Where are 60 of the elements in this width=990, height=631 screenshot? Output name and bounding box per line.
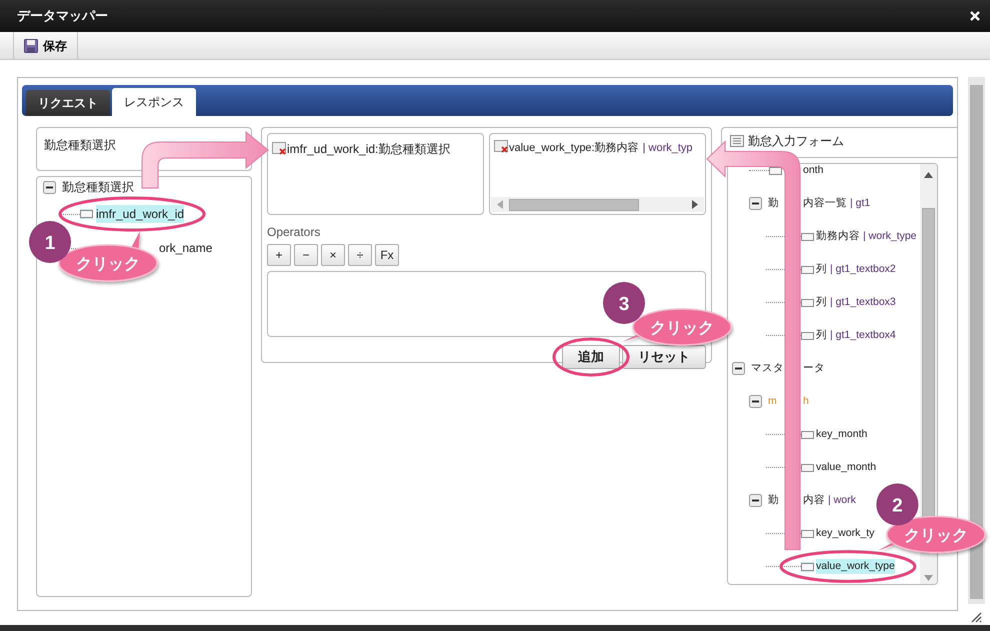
vertical-scrollbar[interactable] (920, 164, 937, 584)
expand-toggle[interactable] (749, 395, 762, 408)
operator-button[interactable]: + (267, 244, 291, 266)
tree-item-label[interactable]: マスタ (751, 360, 784, 376)
tab[interactable]: レスポンス (112, 88, 196, 116)
page-scrollbar[interactable] (968, 77, 985, 604)
tree-item-label[interactable]: value_work_type (816, 558, 895, 574)
field-code-text: | gt1_textbox2 (830, 262, 896, 277)
expand-toggle[interactable] (732, 362, 745, 375)
tree-item-label[interactable]: 内容一覧 (803, 196, 847, 212)
scroll-up-icon[interactable] (924, 172, 933, 178)
mapped-item-label: value_work_type:勤務内容 (509, 142, 639, 154)
expand-toggle[interactable] (43, 180, 56, 194)
horizontal-scrollbar[interactable] (491, 197, 704, 212)
mapped-item-label: imfr_ud_work_id:勤怠種類選択 (287, 142, 450, 156)
save-button[interactable]: 保存 (13, 32, 78, 59)
tree-item-label[interactable]: 勤 (768, 196, 779, 212)
step-number-badge: 1 (29, 221, 71, 263)
source-drop-box[interactable]: imfr_ud_work_id:勤怠種類選択 (267, 133, 484, 215)
tree-item-label[interactable]: 勤務内容 (816, 228, 860, 244)
operator-button[interactable]: × (321, 244, 345, 266)
operators-label: Operators (267, 224, 322, 241)
operator-button[interactable]: Fx (375, 244, 399, 266)
resize-grip-icon[interactable] (970, 611, 982, 623)
tree-item-label[interactable]: value_month (816, 460, 876, 476)
tree-item-label[interactable]: imfr_ud_work_id (96, 205, 184, 223)
expand-toggle[interactable] (749, 494, 762, 507)
field-code-text: | work_type (863, 228, 916, 244)
tree-item-label[interactable]: 列 (816, 294, 827, 310)
broken-image-icon (494, 140, 509, 153)
tab[interactable]: リクエスト (26, 90, 110, 116)
reset-button[interactable]: リセット (622, 345, 706, 369)
field-code-text: | work_typ (642, 142, 693, 154)
field-code-text: | gt1_textbox4 (830, 328, 896, 343)
target-drop-box[interactable]: value_work_type:勤務内容 | work_typ (489, 133, 706, 215)
step-number-badge: 3 (603, 282, 645, 324)
tree-item-label[interactable]: ork_name (159, 239, 212, 257)
tree-item-label[interactable]: ータ (803, 360, 825, 376)
field-code-text: | gt1_textbox3 (830, 294, 896, 310)
tree-item-label[interactable]: 列 (816, 262, 827, 278)
window-title: データマッパー (17, 7, 108, 26)
tree-item-label[interactable]: 列 (816, 328, 827, 344)
operator-button[interactable]: ÷ (348, 244, 372, 266)
tree-item-label[interactable]: 内容 (803, 492, 825, 508)
tree-item-label[interactable]: onth (803, 164, 824, 178)
broken-image-icon (272, 142, 287, 155)
tree-item-label[interactable]: 勤 (768, 492, 779, 508)
scroll-right-icon[interactable] (692, 200, 698, 209)
operator-button[interactable]: − (294, 244, 318, 266)
tree-item-label[interactable]: key_month (816, 426, 868, 442)
step-number-badge: 2 (876, 484, 918, 526)
field-code-text: | gt1 (850, 196, 870, 211)
close-icon[interactable] (970, 11, 980, 21)
add-button[interactable]: 追加 (562, 345, 620, 369)
tree-item-label[interactable]: key_work_ty (816, 526, 874, 542)
list-icon (730, 134, 744, 146)
tree-item-label[interactable]: 勤怠種類選択 (62, 178, 134, 196)
form-title: 勤怠入力フォーム (748, 132, 844, 150)
field-code-text: | work (828, 492, 856, 508)
expand-toggle[interactable] (749, 197, 762, 210)
